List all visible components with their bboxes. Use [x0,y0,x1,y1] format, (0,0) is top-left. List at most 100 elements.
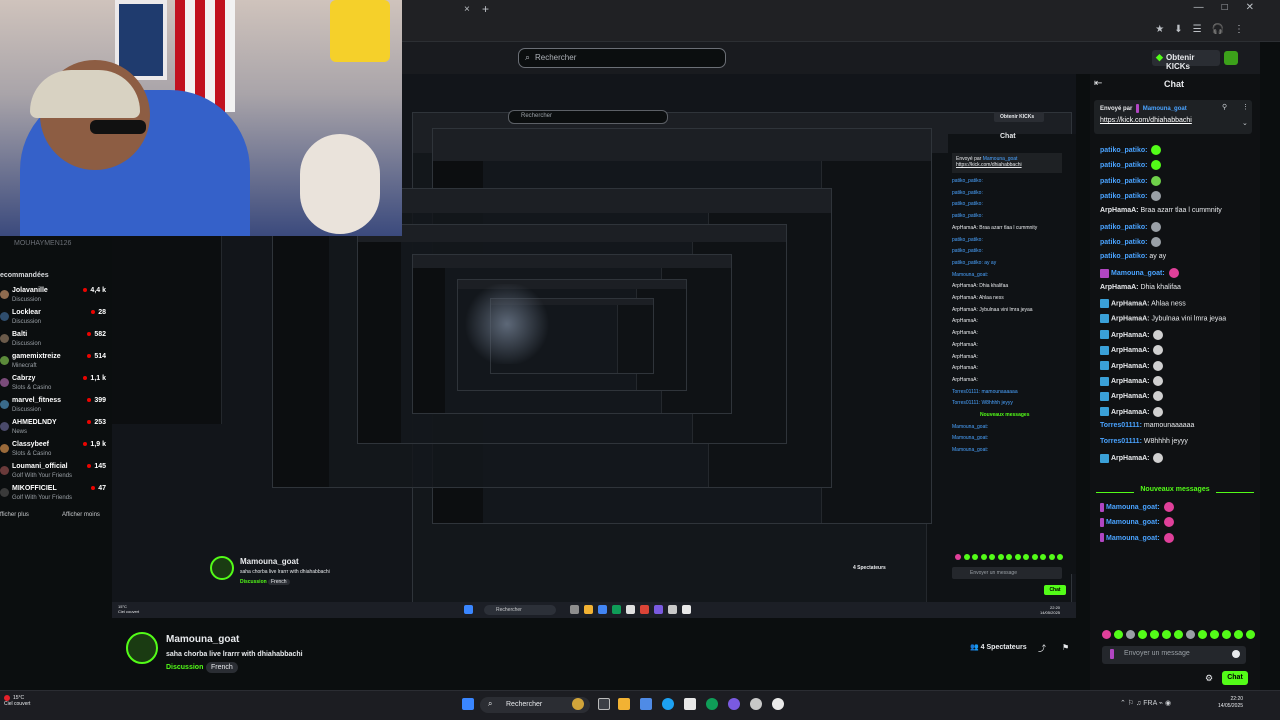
chat-message[interactable]: ArpHamaA: Dhia khalifaa [1100,284,1181,298]
task-view-icon[interactable] [598,698,610,710]
reading-list-icon[interactable]: ☰ [1193,24,1202,35]
chat-settings-icon[interactable]: ⚙ [1205,673,1213,684]
windows-start-icon[interactable] [462,698,474,710]
chat-username[interactable]: patiko_patiko: [1100,162,1147,169]
emote-icon[interactable] [1102,630,1111,639]
chat-username[interactable]: patiko_patiko: [1100,147,1147,154]
chat-message[interactable]: Mamouna_goat: [1100,502,1174,516]
stream-category[interactable]: Discussion [166,664,203,671]
chat-message[interactable]: Torres01111: W8hhhh jeyyy [1100,438,1188,452]
chevron-down-icon[interactable]: ⌄ [1242,119,1248,127]
chat-username[interactable]: Torres01111: [1100,422,1142,429]
emote-icon[interactable] [1222,630,1231,639]
copilot-icon[interactable] [640,698,652,710]
chat-message[interactable]: Mamouna_goat: [1100,517,1174,531]
sidebar-channel[interactable]: gamemixtreize Minecraft 514 [0,353,108,375]
chat-username[interactable]: patiko_patiko: [1100,193,1147,200]
chat-message[interactable]: ArpHamaA: [1100,360,1164,375]
chat-username[interactable]: ArpHamaA: [1111,347,1150,354]
chat-username[interactable]: ArpHamaA: [1111,378,1150,385]
file-explorer-icon[interactable] [618,698,630,710]
edge-icon[interactable] [662,698,674,710]
search-input[interactable]: ⌕ Rechercher [518,48,726,68]
browser-menu-icon[interactable]: ⋮ [1234,24,1244,35]
download-icon[interactable]: ⬇ [1174,24,1182,35]
chat-message[interactable]: patiko_patiko: [1100,222,1162,236]
chat-username[interactable]: ArpHamaA: [1111,332,1150,339]
chat-username[interactable]: ArpHamaA: [1111,409,1150,416]
new-tab-button[interactable]: + [482,2,489,16]
sidebar-channel[interactable]: AHMEDLNDY News 253 [0,419,108,441]
chat-input[interactable]: Envoyer un message [1102,646,1246,664]
emote-icon[interactable] [1186,630,1195,639]
report-flag-icon[interactable]: ⚑ [1062,643,1069,652]
stream-language-tag[interactable]: French [206,662,238,673]
more-options-icon[interactable]: ⋮ [1242,103,1249,111]
pinned-link[interactable]: https://kick.com/dhiahabbachi [1100,117,1192,124]
sidebar-channel[interactable]: Locklear Discussion 28 [0,309,108,331]
chat-username[interactable]: Mamouna_goat: [1106,504,1160,511]
collapse-chat-icon[interactable]: ⇤ [1094,78,1102,89]
emote-icon[interactable] [1114,630,1123,639]
emote-icon[interactable] [1162,630,1171,639]
emote-icon[interactable] [1150,630,1159,639]
emote-icon[interactable] [1198,630,1207,639]
chat-message[interactable]: Mamouna_goat: [1100,268,1179,282]
streamer-avatar[interactable] [126,632,158,664]
chat-username[interactable]: ArpHamaA: [1111,455,1150,462]
chat-message[interactable]: Mamouna_goat: [1100,532,1174,547]
app-icon[interactable] [772,698,784,710]
chat-username[interactable]: patiko_patiko: [1100,224,1147,231]
system-clock[interactable]: 22:20 14/05/2025 [1218,696,1243,710]
minimize-icon[interactable]: — [1194,2,1204,13]
bookmark-star-icon[interactable]: ★ [1155,24,1164,35]
tab-close-icon[interactable]: × [464,4,470,15]
show-more-link[interactable]: fficher plus [0,512,29,518]
emote-icon[interactable] [1210,630,1219,639]
discord-icon[interactable] [728,698,740,710]
emote-icon[interactable] [1138,630,1147,639]
chat-username[interactable]: ArpHamaA: [1111,393,1150,400]
store-icon[interactable] [684,698,696,710]
weather-widget[interactable]: 15°C Ciel couvert [4,695,30,707]
chat-username[interactable]: ArpHamaA: [1111,300,1150,307]
settings-app-icon[interactable] [750,698,762,710]
user-avatar[interactable] [1224,51,1238,65]
sidebar-channel[interactable]: MIKOFFICIEL Golf With Your Friends 47 [0,485,108,507]
chat-message[interactable]: ArpHamaA: Jybulnaa vini lmra jeyaa [1100,314,1226,328]
chat-message[interactable]: ArpHamaA: Braa azarr tlaa l cummnity [1100,207,1222,221]
emote-icon[interactable] [1174,630,1183,639]
chat-message[interactable]: ArpHamaA: Ahlaa ness [1100,299,1186,313]
chat-username[interactable]: ArpHamaA: [1100,284,1139,291]
chat-message[interactable]: ArpHamaA: [1100,345,1164,359]
chat-username[interactable]: Torres01111: [1100,438,1142,445]
chat-message[interactable]: patiko_patiko: [1100,237,1162,251]
chat-username[interactable]: Mamouna_goat: [1106,535,1160,542]
chat-username[interactable]: patiko_patiko: [1100,253,1147,260]
chat-message[interactable]: ArpHamaA: [1100,453,1164,467]
get-kicks-button[interactable]: ◆ Obtenir KICKs [1152,50,1220,71]
sidebar-channel[interactable]: Cabrzy Slots & Casino 1,1 k [0,375,108,397]
input-language[interactable]: FRA [1143,700,1157,707]
emote-icon[interactable] [1234,630,1243,639]
headphones-icon[interactable]: 🎧 [1212,24,1224,35]
chat-username[interactable]: Mamouna_goat: [1106,519,1160,526]
chat-message[interactable]: ArpHamaA: [1100,406,1164,421]
show-less-link[interactable]: Afficher moins [62,512,100,518]
sidebar-channel[interactable]: Loumani_official Golf With Your Friends … [0,463,108,485]
pinned-message[interactable]: Envoyé par Mamouna_goat https://kick.com… [1094,100,1252,134]
pin-icon[interactable]: ⚲ [1222,103,1227,111]
sidebar-channel[interactable]: marvel_fitness Discussion 399 [0,397,108,419]
chat-message[interactable]: Torres01111: mamounaaaaaa [1100,422,1194,436]
sidebar-channel[interactable]: Balti Discussion 582 [0,331,108,353]
emote-icon[interactable] [1126,630,1135,639]
send-chat-button[interactable]: Chat [1222,671,1248,685]
close-window-icon[interactable]: ✕ [1246,2,1254,13]
chat-message[interactable]: patiko_patiko: [1100,145,1162,159]
chat-message[interactable]: patiko_patiko: ay ay [1100,253,1166,267]
chat-message[interactable]: ArpHamaA: [1100,391,1164,405]
system-tray[interactable]: ⌃ ⚐ ♫ FRA ⌁ ◉ [1120,699,1171,707]
chat-username[interactable]: ArpHamaA: [1111,316,1150,323]
chat-username[interactable]: patiko_patiko: [1100,178,1147,185]
sidebar-channel[interactable]: Jolavanille Discussion 4,4 k [0,287,108,309]
